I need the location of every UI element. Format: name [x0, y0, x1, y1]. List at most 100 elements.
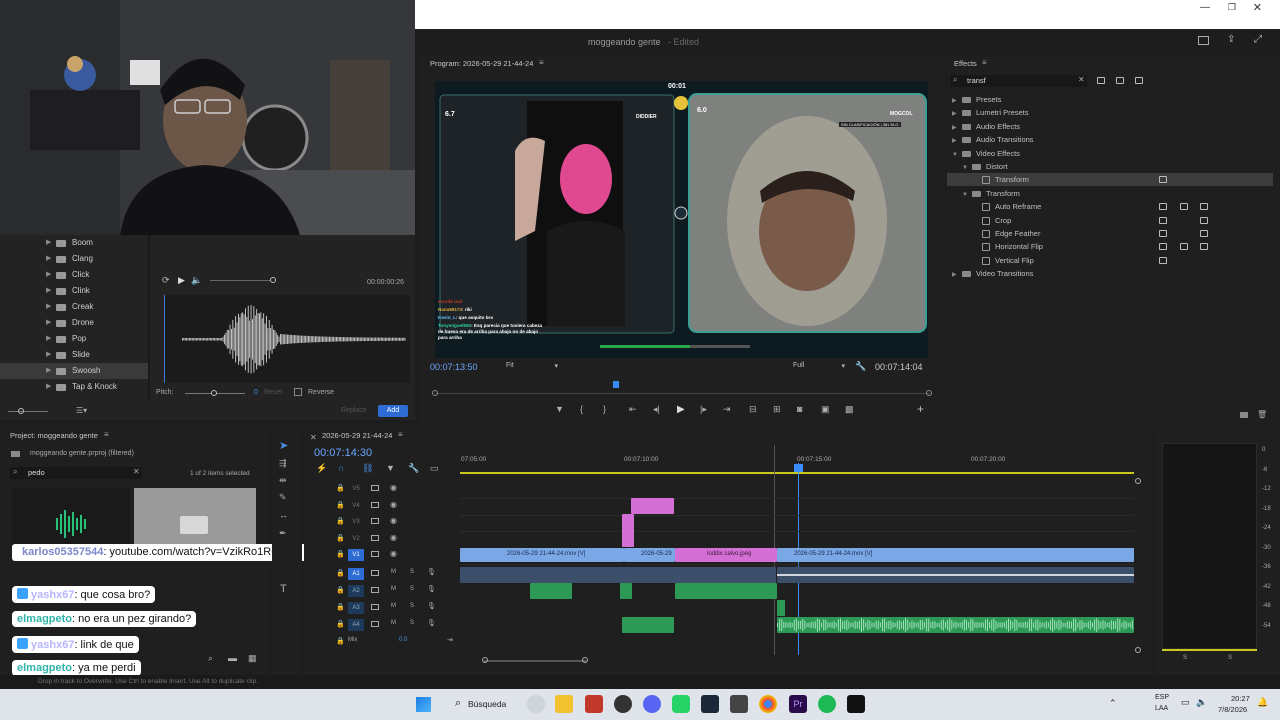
lock-icon[interactable]: 🔒	[336, 517, 345, 525]
restore-button[interactable]: ❐	[1228, 2, 1236, 13]
track-select-tool-icon[interactable]: ⇶	[279, 458, 287, 469]
video-frame[interactable]: 00:01 6.7 6.0 DIDDIER MOGCOL SIN CLASIFI…	[435, 81, 928, 358]
share-icon[interactable]: ⇪	[1227, 34, 1235, 45]
effect-folder[interactable]: ▼ Transform	[962, 187, 1020, 200]
expand-arrow-icon[interactable]: ▶	[46, 267, 51, 283]
close-tab-icon[interactable]: ✕	[310, 433, 317, 442]
quality-select[interactable]: Full ▾	[793, 362, 845, 373]
eye-icon[interactable]: ◉	[390, 500, 397, 509]
expand-arrow-icon[interactable]: ▶	[46, 347, 51, 363]
expand-arrow-icon[interactable]: ▶	[46, 235, 51, 251]
accelerated-filter-icon[interactable]	[1097, 77, 1105, 84]
step-forward-icon[interactable]: |▸	[700, 404, 707, 415]
start-icon[interactable]	[416, 697, 431, 712]
track-label[interactable]: A1	[348, 568, 364, 580]
effects-search[interactable]: ⌕ transf ✕	[950, 75, 1087, 87]
microphone-icon[interactable]: 🎙	[427, 619, 436, 627]
chrome-alt-icon[interactable]	[527, 695, 545, 713]
captions-icon[interactable]: ▭	[430, 463, 439, 474]
eye-icon[interactable]: ◉	[390, 483, 397, 492]
solo-button[interactable]: S	[410, 620, 414, 626]
audio-track-header[interactable]: 🔒 A4 M S 🎙	[304, 618, 459, 634]
clock-time[interactable]: 20:27	[1231, 694, 1250, 703]
camera-icon[interactable]: ◙	[797, 404, 802, 414]
lock-icon[interactable]: 🔒	[336, 603, 345, 611]
audio-track-header[interactable]: 🔒 A3 M S 🎙	[304, 601, 459, 617]
expand-arrow-icon[interactable]: ▶	[46, 363, 51, 379]
video-track-header[interactable]: 🔒 V3 ◉	[304, 515, 459, 531]
clip-a3[interactable]	[777, 600, 785, 616]
clear-search-icon[interactable]: ✕	[133, 467, 140, 476]
effect-item[interactable]: Horizontal Flip	[972, 240, 1043, 253]
clear-search-icon[interactable]: ✕	[1078, 75, 1085, 84]
ripple-edit-tool-icon[interactable]: ⇹	[279, 475, 287, 486]
effect-item[interactable]: Edge Feather	[972, 227, 1040, 240]
settings-icon[interactable]: 🔧	[408, 463, 419, 474]
microphone-icon[interactable]: 🎙	[427, 568, 436, 576]
expand-arrow-icon[interactable]: ▶	[46, 283, 51, 299]
razor-tool-icon[interactable]: ✎	[279, 492, 287, 503]
mute-button[interactable]: M	[391, 620, 396, 626]
volume-slider[interactable]	[210, 280, 275, 281]
lock-icon[interactable]: 🔒	[336, 620, 345, 628]
folder-item[interactable]: ▶ Swoosh	[0, 363, 148, 379]
reverse-checkbox[interactable]	[294, 388, 302, 396]
pitch-value[interactable]: 0	[254, 389, 258, 396]
pen-tool-icon[interactable]: ✒	[279, 528, 287, 539]
mix-value[interactable]: 0.0	[399, 637, 407, 643]
clip-a1b[interactable]	[777, 567, 1134, 583]
sync-lock-icon[interactable]	[371, 604, 379, 610]
playhead-marker[interactable]	[613, 381, 619, 388]
lock-icon[interactable]: 🔒	[336, 550, 345, 558]
expand-arrow-icon[interactable]: ▶	[46, 379, 51, 395]
lock-icon[interactable]: 🔒	[336, 569, 345, 577]
solo-button[interactable]: S	[410, 603, 414, 609]
type-tool-icon[interactable]: T	[280, 583, 287, 595]
extract-icon[interactable]: ⊞	[773, 404, 781, 415]
premiere-icon[interactable]: Pr	[789, 695, 807, 713]
folder-item[interactable]: ▶ Clang	[8, 251, 148, 267]
clip-a1a[interactable]	[460, 567, 776, 583]
loop-icon[interactable]: ⟳	[162, 275, 170, 286]
sync-lock-icon[interactable]	[371, 621, 379, 627]
wrench-icon[interactable]: 🔧	[855, 361, 866, 372]
multi-view-icon[interactable]: ▩	[845, 404, 854, 415]
sync-lock-icon[interactable]	[371, 534, 379, 541]
clip-v1c[interactable]: loddix calvo.jpeg	[675, 548, 777, 562]
eye-icon[interactable]: ◉	[390, 533, 397, 542]
microphone-icon[interactable]: 🎙	[427, 602, 436, 610]
spotify-icon[interactable]	[818, 695, 836, 713]
mute-button[interactable]: M	[391, 603, 396, 609]
sync-lock-icon[interactable]	[371, 570, 379, 576]
selection-tool-icon[interactable]: ➤	[279, 439, 288, 452]
effect-folder[interactable]: ▶ Audio Transitions	[952, 133, 1034, 146]
mute-button[interactable]: M	[391, 569, 396, 575]
app-icon-2[interactable]	[614, 695, 632, 713]
32bit-filter-icon[interactable]	[1116, 77, 1124, 84]
file-explorer-icon[interactable]	[555, 695, 573, 713]
timeline-timecode[interactable]: 00:07:14:30	[314, 447, 372, 459]
view-options-icon[interactable]: ☰▾	[76, 406, 87, 415]
video-track-header[interactable]: 🔒 V1 ◉	[304, 548, 459, 564]
solo-button[interactable]: S	[410, 586, 414, 592]
track-label[interactable]: A3	[348, 602, 364, 614]
solo-left[interactable]: S	[1183, 655, 1187, 661]
snap-icon[interactable]: ∩	[338, 463, 344, 473]
expand-arrow-icon[interactable]: ▼	[952, 149, 962, 162]
solo-right[interactable]: S	[1228, 655, 1232, 661]
eye-icon[interactable]: ◉	[390, 549, 397, 558]
clip-v4[interactable]	[631, 498, 674, 514]
effect-folder[interactable]: ▶ Lumetri Presets	[952, 106, 1029, 119]
project-menu-icon[interactable]: ≡	[104, 430, 109, 439]
add-marker-icon[interactable]: ▼	[386, 463, 395, 473]
clip-v1d[interactable]: 2026-05-29 21-44-24.mov [V]	[777, 548, 1134, 562]
audio-track-header[interactable]: 🔒 A2 M S 🎙	[304, 584, 459, 600]
language-label[interactable]: ESP	[1155, 694, 1169, 701]
microphone-icon[interactable]: 🎙	[427, 585, 436, 593]
track-label[interactable]: V1	[348, 549, 364, 562]
track-label[interactable]: V2	[348, 533, 364, 545]
lock-icon[interactable]: 🔒	[336, 637, 345, 645]
zoom-slider[interactable]	[8, 411, 48, 412]
project-search[interactable]: ⌕ pedo ✕	[10, 467, 142, 479]
whatsapp-icon[interactable]	[672, 695, 690, 713]
